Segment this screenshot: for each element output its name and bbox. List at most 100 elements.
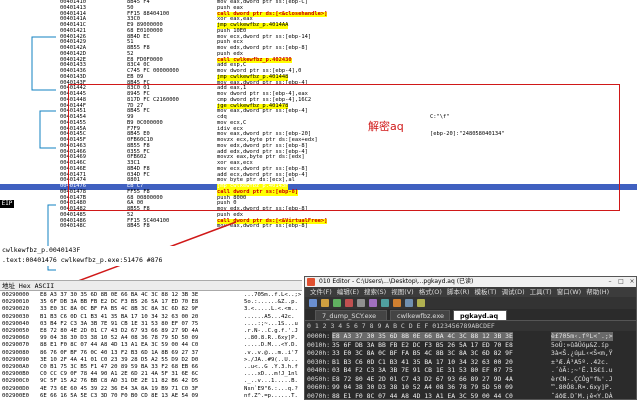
dump-hex: 6E 66 16 5A 5E C3 3D 70 F0 B0 CD 8E 13 A… xyxy=(40,392,199,399)
hex-row-bytes: 88 E1 F0 8C 07 44 A8 4D 13 A1 EA 3C 59 0… xyxy=(332,391,513,400)
copy-icon[interactable] xyxy=(369,299,377,307)
editor-menu-item[interactable]: 帮助(H) xyxy=(586,288,609,296)
dump-hex: 3E 10 2F 4A 41 01 C0 23 39 28 D5 A2 55 D… xyxy=(40,356,199,363)
minimize-button[interactable]: – xyxy=(605,278,615,286)
dump-hex: 4E 73 6E 60 45 39 22 36 E4 3A 8A 19 B9 7… xyxy=(40,385,199,392)
hex-editor-row[interactable]: 0030h: B1 B3 C6 0D C1 B3 41 35 BA 17 10 3… xyxy=(305,357,636,367)
hex-editor-row[interactable]: 0010h: 35 6F DB 3A BB FB E2 DC F3 B5 26 5… xyxy=(305,340,636,350)
hex-editor-window[interactable]: 010 Editor - C:\Users\...\Desktop\...pgk… xyxy=(304,276,637,400)
close-button[interactable]: × xyxy=(627,278,636,286)
save-icon[interactable] xyxy=(333,299,341,307)
dump-hex: C0 B1 75 3C B5 F1 47 20 89 59 BA 33 F2 6… xyxy=(40,364,199,370)
disasm-bytes: 8B45 F8 xyxy=(127,223,150,230)
hex-editor-row[interactable]: 0050h: E8 72 80 4E 2D 01 C7 43 D2 67 93 6… xyxy=(305,374,636,384)
hex-row-text: èr€N-.ÇCÒg"f‰'.J xyxy=(551,374,613,383)
dump-address: 00290080 xyxy=(2,349,29,356)
dump-hex: E8 A3 37 30 35 6D 8B 0E 66 BA 4C 3C 88 1… xyxy=(40,292,199,298)
hex-row-offset: 0010h: xyxy=(307,340,331,349)
dump-address: 002900D0 xyxy=(2,385,29,392)
cut-icon[interactable] xyxy=(357,299,365,307)
close-file-icon[interactable] xyxy=(345,299,353,307)
dump-ascii: ._..v...1.....B. xyxy=(244,378,298,385)
dump-row[interactable]: 00290060 99 04 38 30 D3 38 10 52 A4 08 36… xyxy=(0,335,302,342)
hex-row-bytes: B1 B3 C6 0D C1 B3 41 35 BA 17 10 34 32 6… xyxy=(332,357,513,366)
dump-row[interactable]: 00290020 33 E0 3C 8A 0C BF FA B5 4C 8B 3C… xyxy=(0,306,302,313)
editor-menu-item[interactable]: 格式(O) xyxy=(419,288,442,296)
hex-editor-row[interactable]: 0040h: 03 B4 F2 C3 3A 3B 7E 91 CB 1E 31 5… xyxy=(305,366,636,375)
dump-ascii: .....D.M...<Y.D. xyxy=(244,342,298,349)
editor-tab[interactable]: pgkayd.aq xyxy=(453,310,507,321)
dump-ascii: ..u<..G .Y.3.h.f xyxy=(244,364,298,370)
editor-menu-item[interactable]: 视图(V) xyxy=(391,288,414,296)
hex-column-header: 0 1 2 3 4 5 6 7 8 9 A B C D E F 01234567… xyxy=(305,321,636,331)
dump-row[interactable]: 002900A0 C0 B1 75 3C B5 F1 47 20 89 59 BA… xyxy=(0,364,302,371)
status-line-2: .text:00401476 cwlkewfbz_p.exe:51476 #87… xyxy=(2,256,163,264)
redo-icon[interactable] xyxy=(405,299,413,307)
hex-row-bytes: E8 A3 37 30 35 6D 8B 0E 66 BA 4C 3C 88 1… xyxy=(332,332,513,341)
status-line-1: cwlkewfbz_p.0040143F xyxy=(2,246,81,254)
maximize-button[interactable]: □ xyxy=(616,278,626,286)
editor-tab[interactable]: cwlkewfbz.exe xyxy=(390,310,450,321)
open-file-icon[interactable] xyxy=(321,299,329,307)
editor-menu-item[interactable]: 搜索(S) xyxy=(364,288,386,296)
dump-row[interactable]: 00290030 B1 B3 C6 0D C1 B3 41 35 BA 17 10… xyxy=(0,314,302,321)
hex-editor-row[interactable]: 0000h: E8 A3 37 30 35 6D 8B 0E 66 BA 4C 3… xyxy=(305,332,636,341)
dump-row[interactable]: 00290070 88 E1 F0 8C 07 44 A8 4D 13 A1 EA… xyxy=(0,342,302,349)
hex-editor-row[interactable]: 0070h: 88 E1 F0 8C 07 44 A8 4D 13 A1 EA 3… xyxy=(305,391,636,400)
dump-header: 地址 Hex ASCII xyxy=(0,281,302,291)
hex-editor-row[interactable]: 0020h: 33 E0 3C 8A 0C BF FA B5 4C 8B 3C 8… xyxy=(305,349,636,358)
dump-row[interactable]: 00290000 E8 A3 37 30 35 6D 8B 0E 66 BA 4C… xyxy=(0,292,302,299)
hex-row-bytes: 03 B4 F2 C3 3A 3B 7E 91 CB 1E 31 53 80 E… xyxy=(332,366,513,374)
dump-address: 002900A0 xyxy=(2,364,29,370)
editor-menu-item[interactable]: 工具(T) xyxy=(530,288,552,296)
editor-menu-item[interactable]: 调试(D) xyxy=(502,288,525,296)
dump-hex: B1 B3 C6 0D C1 B3 41 35 BA 17 10 34 32 6… xyxy=(40,313,199,320)
editor-menu-item[interactable]: 模板(T) xyxy=(475,288,497,296)
dump-hex: 9C 5F 15 A2 76 BB C8 AD 31 DE 2E 11 82 B… xyxy=(40,378,199,385)
dump-row[interactable]: 00290040 03 B4 F2 C3 3A 3B 7E 91 CB 1E 31… xyxy=(0,321,302,328)
paste-icon[interactable] xyxy=(381,299,389,307)
dump-hex: 88 E1 F0 8C 07 44 A8 4D 13 A1 EA 3C 59 0… xyxy=(40,342,199,349)
new-file-icon[interactable] xyxy=(309,299,317,307)
undo-icon[interactable] xyxy=(393,299,401,307)
disasm-row[interactable]: 0040148C 8B45 F8 mov eax,dword ptr ss:[ebp… xyxy=(0,223,637,230)
editor-menu-item[interactable]: 编辑(E) xyxy=(337,288,359,296)
dump-ascii: nf.Z^.=p......T. xyxy=(244,392,298,399)
hex-row-bytes: 33 E0 3C 8A 0C BF FA B5 4C 8B 3C 8A 3C 6… xyxy=(332,349,513,357)
editor-toolbar[interactable] xyxy=(305,297,636,309)
dump-header-text: 地址 Hex ASCII xyxy=(2,282,55,290)
dump-row[interactable]: 002900D0 4E 73 6E 60 45 39 22 36 E4 3A 8A… xyxy=(0,386,302,393)
hex-row-text: .´òÃ:;~'Ë.1S€ï.u xyxy=(551,366,613,374)
editor-menu-item[interactable]: 脚本(R) xyxy=(447,288,470,296)
dump-row[interactable]: 00290090 3E 10 2F 4A 41 01 C0 23 39 28 D5… xyxy=(0,357,302,364)
editor-menu-item[interactable]: 文件(F) xyxy=(310,288,332,296)
dump-address: 00290030 xyxy=(2,313,29,320)
hex-row-offset: 0060h: xyxy=(307,383,331,391)
decrypt-annotation-label: 解密aq xyxy=(368,120,404,133)
dump-ascii: ..80.8.R..6xy]P. xyxy=(244,335,298,342)
dump-ascii: .v..v.@...m..i'7 xyxy=(244,349,298,356)
dump-row[interactable]: 00290050 E8 72 80 4E 2D 01 C7 43 D2 67 93… xyxy=(0,328,302,335)
editor-menu-item[interactable]: 窗口(W) xyxy=(557,288,582,296)
memory-dump-panel[interactable]: 地址 Hex ASCII 00290000 E8 A3 37 30 35 6D 8… xyxy=(0,280,302,400)
hex-row-text: ˆáðŒ.D¨M.¡ê<Y.DÀ xyxy=(551,391,613,400)
hex-row-offset: 0070h: xyxy=(307,391,331,400)
dump-row[interactable]: 00290010 35 6F DB 3A BB FB E2 DC F3 B5 26… xyxy=(0,299,302,306)
dump-row[interactable]: 002900C0 9C 5F 15 A2 76 BB C8 AD 31 DE 2E… xyxy=(0,378,302,385)
find-icon[interactable] xyxy=(417,299,425,307)
hex-row-bytes: 99 04 38 30 D3 38 10 52 A4 08 36 78 79 5… xyxy=(332,383,513,391)
dump-row[interactable]: 00290080 86 76 0F BF 76 0C 40 13 F2 B3 6D… xyxy=(0,350,302,357)
dump-ascii: Nsn`E9"6.:...q.? xyxy=(244,385,298,392)
dump-ascii: ......A5...42c. xyxy=(244,313,295,320)
dump-hex: 86 76 0F BF 76 0C 40 13 F2 B3 6D 1A 8B 6… xyxy=(40,349,199,356)
dump-row[interactable]: 002900E0 6E 66 16 5A 5E C3 3D 70 F0 B0 CD… xyxy=(0,393,302,400)
hex-row-text: 3à<Š.¿úµL‹<Š<m‚Ÿ xyxy=(551,349,613,357)
editor-tab[interactable]: 7_dump_SCY.exe xyxy=(315,310,387,321)
dump-ascii: ....:;~...1S...u xyxy=(244,320,298,327)
editor-tab-bar[interactable]: 7_dump_SCY.exe cwlkewfbz.exe pgkayd.aq xyxy=(305,309,636,321)
hex-row-text: ™.80Ó8.R¤.6xy]P. xyxy=(551,383,613,391)
hex-editor-row[interactable]: 0060h: 99 04 38 30 D3 38 10 52 A4 08 36 7… xyxy=(305,383,636,392)
hex-row-offset: 0040h: xyxy=(307,366,331,374)
editor-menu-bar[interactable]: 文件(F) 编辑(E) 搜索(S) 视图(V) 格式(O) 脚本(R) 模板(T) 调试(D)… xyxy=(305,287,636,297)
dump-row[interactable]: 002900B0 C0 CC C9 0F 78 44 90 A1 2E 6D 21… xyxy=(0,371,302,378)
